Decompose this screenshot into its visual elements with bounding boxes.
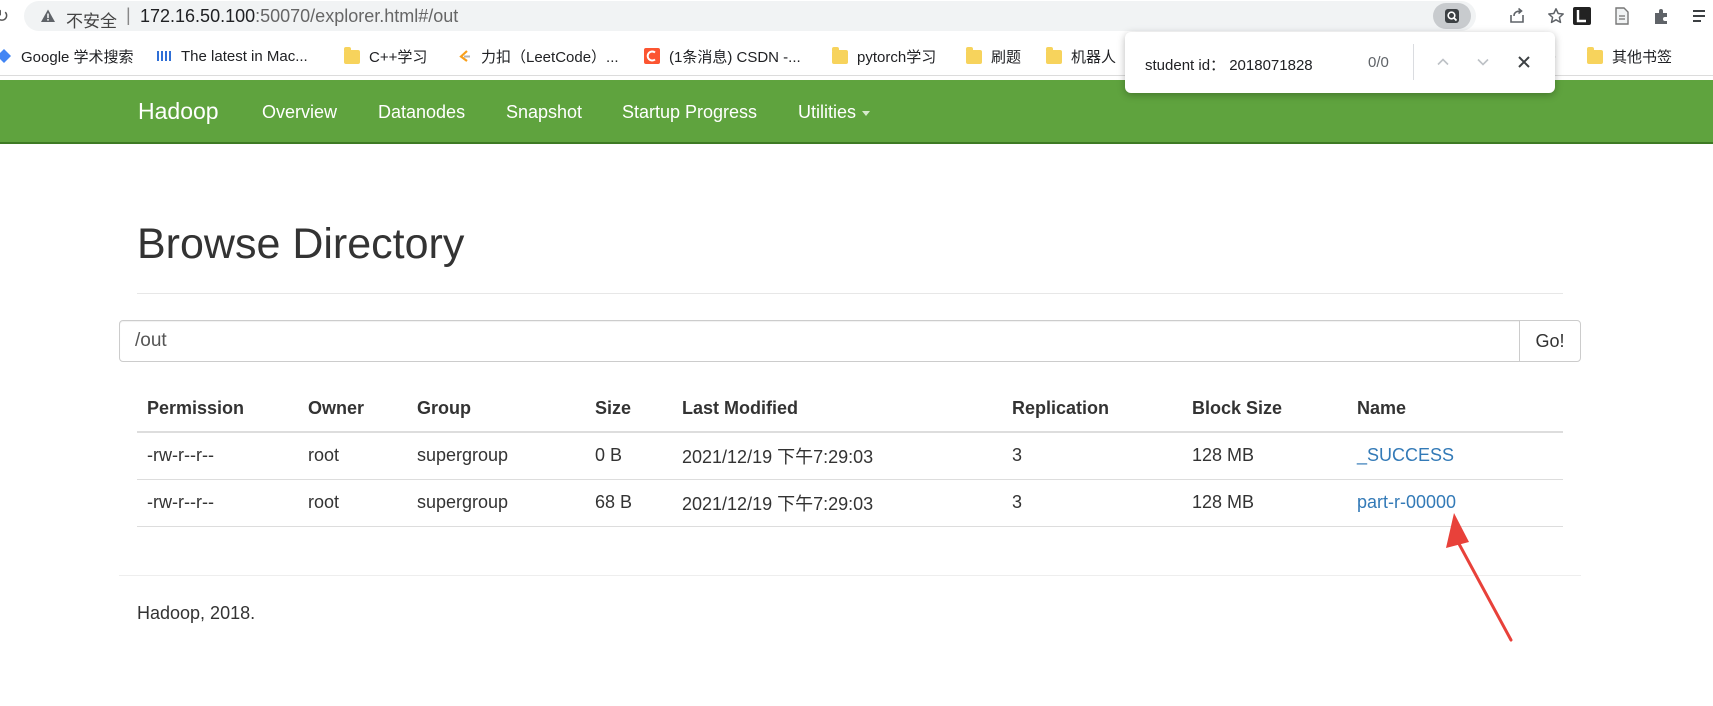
folder-icon	[1587, 47, 1603, 64]
bookmark-leetcode[interactable]: 力扣（LeetCode）...	[456, 45, 619, 67]
cell-block-size: 128 MB	[1182, 479, 1347, 527]
bookmark-csdn[interactable]: (1条消息) CSDN -...	[644, 45, 801, 67]
table-header-row: Permission Owner Group Size Last Modifie…	[137, 386, 1563, 433]
find-in-page-bar: student id： 2018071828 0/0	[1125, 32, 1555, 93]
directory-path-input[interactable]	[119, 320, 1521, 362]
file-link-success[interactable]: _SUCCESS	[1357, 445, 1454, 465]
column-header-permission[interactable]: Permission	[137, 386, 298, 433]
bookmark-other-folder[interactable]: 其他书签	[1587, 45, 1672, 67]
cell-size: 68 B	[585, 479, 672, 527]
cell-group: supergroup	[407, 479, 585, 527]
go-button[interactable]: Go!	[1519, 320, 1581, 362]
document-icon[interactable]	[1611, 5, 1633, 27]
cell-replication: 3	[1002, 479, 1182, 527]
bookmark-cpp-folder[interactable]: C++学习	[344, 45, 427, 67]
close-icon[interactable]	[1512, 50, 1536, 74]
column-header-replication[interactable]: Replication	[1002, 386, 1182, 433]
nav-datanodes[interactable]: Datanodes	[378, 102, 465, 123]
browser-address-bar: ↻ 不安全 | 172.16.50.100:50070/explorer.htm…	[0, 0, 1713, 33]
url-host: 172.16.50.100	[140, 6, 256, 26]
caret-down-icon	[862, 110, 871, 116]
cell-last-modified: 2021/12/19 下午7:29:03	[672, 432, 1002, 480]
cell-block-size: 128 MB	[1182, 432, 1347, 480]
url-separator: |	[126, 5, 131, 25]
warning-icon	[41, 9, 55, 22]
annotation-arrow-icon	[1446, 513, 1513, 642]
bookmark-label: Google 学术搜索	[21, 48, 134, 66]
footer-divider	[119, 575, 1581, 576]
file-table: Permission Owner Group Size Last Modifie…	[137, 386, 1563, 527]
page-title: Browse Directory	[137, 220, 465, 268]
column-header-last-modified[interactable]: Last Modified	[672, 386, 1002, 433]
table-row: -rw-r--r-- root supergroup 0 B 2021/12/1…	[137, 432, 1563, 480]
find-input[interactable]: student id： 2018071828	[1145, 54, 1313, 75]
nav-overview[interactable]: Overview	[262, 102, 337, 123]
media-control-icon[interactable]	[1690, 5, 1712, 27]
bookmark-pytorch-folder[interactable]: pytorch学习	[832, 45, 936, 67]
extension-l-icon[interactable]	[1571, 5, 1593, 27]
find-in-page-icon[interactable]	[1433, 3, 1471, 29]
table-row: -rw-r--r-- root supergroup 68 B 2021/12/…	[137, 479, 1563, 527]
bookmark-label: pytorch学习	[857, 48, 937, 66]
extensions-puzzle-icon[interactable]	[1651, 5, 1673, 27]
bookmark-google-scholar[interactable]: Google 学术搜索	[0, 45, 134, 67]
url-field[interactable]: 不安全 | 172.16.50.100:50070/explorer.html#…	[24, 1, 1564, 31]
nav-startup-progress[interactable]: Startup Progress	[622, 102, 757, 123]
url-path: :50070/explorer.html#/out	[255, 6, 459, 26]
cell-size: 0 B	[585, 432, 672, 480]
bookmark-robot-folder[interactable]: 机器人	[1046, 45, 1116, 67]
bookmark-label: 其他书签	[1612, 48, 1673, 66]
cell-owner: root	[298, 432, 407, 480]
bookmark-label: (1条消息) CSDN -...	[669, 48, 801, 66]
column-header-group[interactable]: Group	[407, 386, 585, 433]
bookmark-shuati-folder[interactable]: 刷题	[966, 45, 1021, 67]
cell-owner: root	[298, 479, 407, 527]
navbar-brand[interactable]: Hadoop	[138, 98, 219, 125]
cell-name: _SUCCESS	[1347, 432, 1563, 480]
bookmark-label: C++学习	[369, 48, 428, 66]
column-header-owner[interactable]: Owner	[298, 386, 407, 433]
column-header-size[interactable]: Size	[585, 386, 672, 433]
bookmark-label: 机器人	[1071, 48, 1117, 66]
bookmark-mac[interactable]: The latest in Mac...	[156, 45, 308, 67]
google-scholar-icon	[0, 49, 11, 63]
bookmark-label: The latest in Mac...	[181, 47, 308, 65]
nav-snapshot[interactable]: Snapshot	[506, 102, 582, 123]
folder-icon	[832, 47, 848, 64]
cell-permission: -rw-r--r--	[137, 479, 298, 527]
cell-permission: -rw-r--r--	[137, 432, 298, 480]
bookmark-star-icon[interactable]	[1542, 3, 1570, 29]
nav-utilities-dropdown[interactable]: Utilities	[798, 102, 871, 123]
directory-form: Go!	[119, 320, 1581, 362]
cell-last-modified: 2021/12/19 下午7:29:03	[672, 479, 1002, 527]
leetcode-icon	[459, 50, 470, 62]
title-divider	[137, 293, 1563, 294]
share-icon[interactable]	[1503, 3, 1531, 29]
find-match-count: 0/0	[1368, 54, 1389, 71]
cell-group: supergroup	[407, 432, 585, 480]
footer-text: Hadoop, 2018.	[137, 603, 256, 623]
nav-utilities-label: Utilities	[798, 102, 857, 122]
reload-icon[interactable]: ↻	[0, 6, 9, 27]
url-text[interactable]: 172.16.50.100:50070/explorer.html#/out	[140, 6, 458, 27]
bookmark-label: 力扣（LeetCode）...	[481, 48, 619, 66]
folder-icon	[1046, 47, 1062, 64]
folder-icon	[966, 47, 982, 64]
csdn-icon	[644, 48, 660, 64]
find-divider	[1413, 44, 1414, 80]
chevron-up-icon[interactable]	[1431, 50, 1455, 74]
cell-replication: 3	[1002, 432, 1182, 480]
mac-site-icon	[157, 51, 171, 61]
folder-icon	[344, 47, 360, 64]
column-header-name[interactable]: Name	[1347, 386, 1563, 433]
bookmark-label: 刷题	[991, 48, 1022, 66]
security-label: 不安全	[66, 12, 117, 31]
chevron-down-icon[interactable]	[1471, 50, 1495, 74]
column-header-block-size[interactable]: Block Size	[1182, 386, 1347, 433]
